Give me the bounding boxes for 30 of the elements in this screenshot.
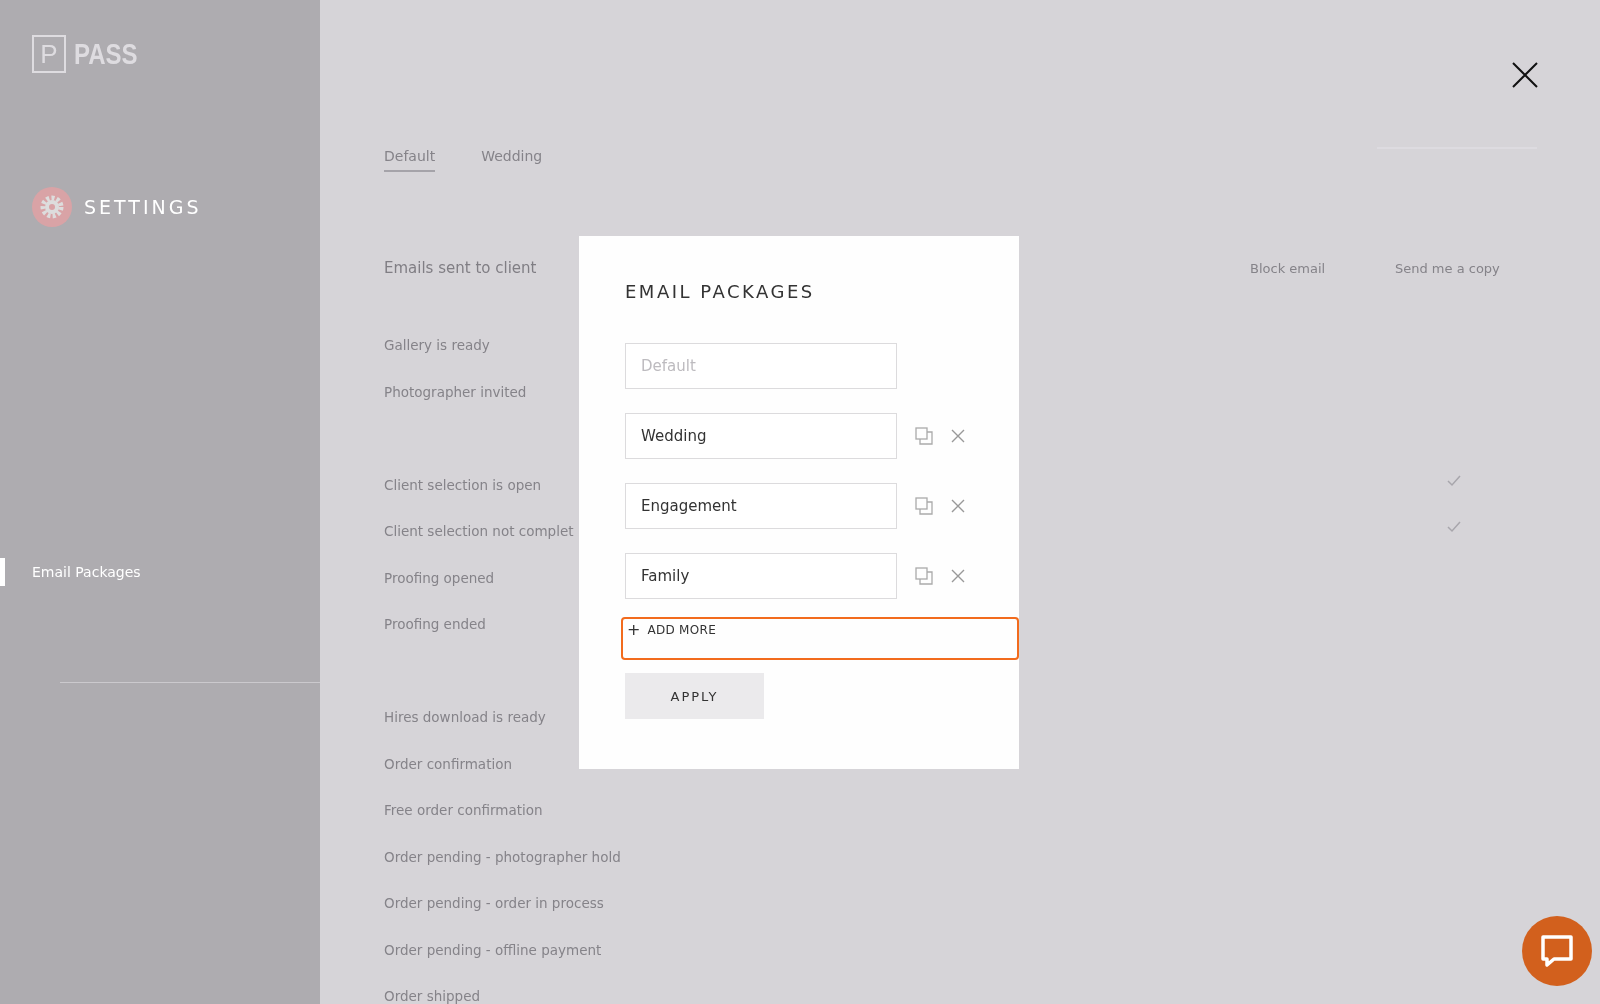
email-name: Hires download is ready: [384, 709, 546, 725]
copy-icon[interactable]: [915, 567, 933, 585]
close-icon[interactable]: [1512, 62, 1538, 88]
input-field[interactable]: Wedding: [625, 413, 897, 459]
input-field[interactable]: Engagement: [625, 483, 897, 529]
email-name: Free order confirmation: [384, 802, 543, 818]
email-name: Order pending - order in process: [384, 895, 604, 911]
section-heading: Emails sent to client: [384, 259, 538, 277]
copy-icon[interactable]: [915, 497, 933, 515]
email-name: Photographer invited: [384, 383, 527, 400]
email-name: Order pending - photographer hold: [384, 848, 621, 865]
input-field[interactable]: Family: [625, 553, 897, 599]
chat-icon: [1540, 935, 1574, 967]
email-name: Order confirmation: [384, 755, 512, 772]
email-name: Client selection is open: [384, 476, 542, 493]
gear-icon: [32, 187, 72, 227]
email-name: Order pending - offline payment: [384, 941, 602, 958]
email-name: Proofing opened: [384, 569, 495, 586]
column-header: Block email: [1250, 260, 1327, 276]
email-name: Gallery is ready: [384, 337, 490, 353]
apply-button[interactable]: APPLY: [625, 673, 764, 719]
column-header: Send me a copy: [1395, 260, 1500, 276]
add-more-button[interactable]: + ADD MORE: [621, 617, 1019, 660]
email-name: Order shipped: [384, 988, 480, 1004]
input-field[interactable]: Default: [625, 343, 897, 389]
email-name: Proofing ended: [384, 616, 486, 632]
section-title: SETTINGS: [84, 196, 202, 218]
copy-icon[interactable]: [915, 427, 933, 445]
dialog-title: EMAIL PACKAGES: [625, 281, 816, 302]
email-name: Client selection not complet: [384, 523, 574, 539]
